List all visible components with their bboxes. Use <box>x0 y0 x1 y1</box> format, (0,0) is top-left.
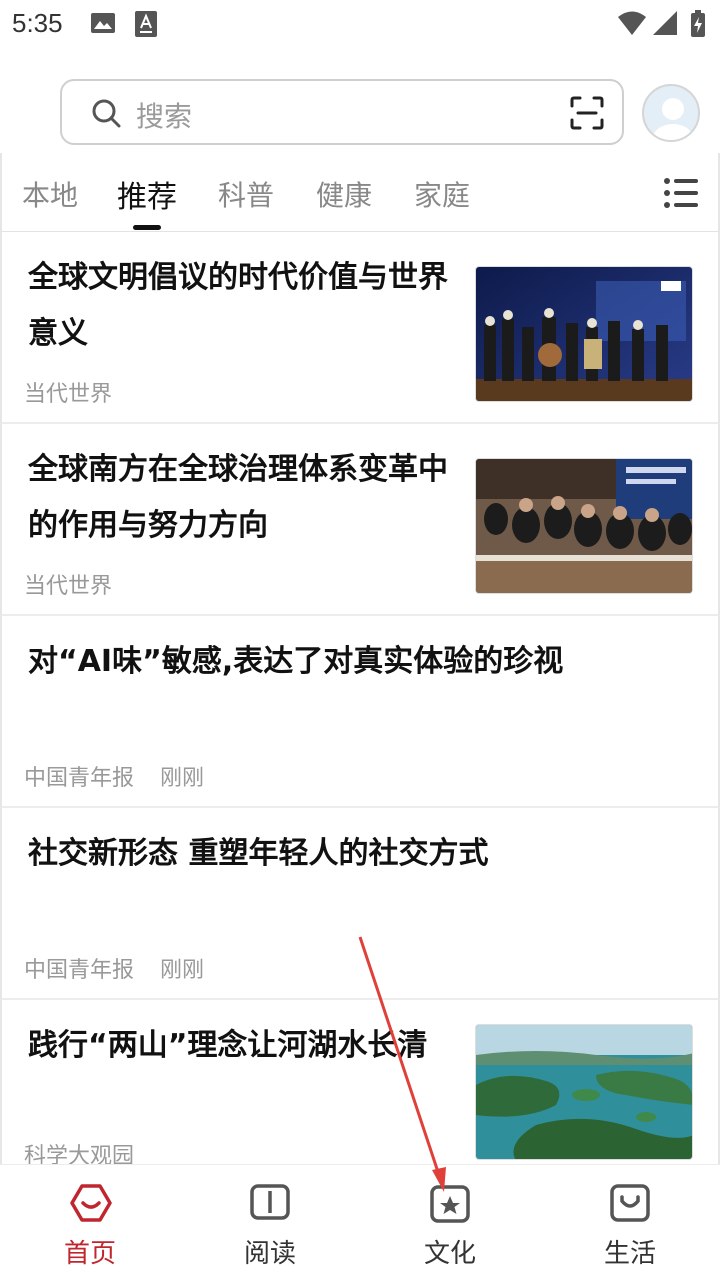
news-item[interactable]: 全球文明倡议的时代价值与世界意义 当代世界 <box>0 232 720 424</box>
nav-culture[interactable]: 文化 <box>360 1165 540 1280</box>
news-title: 践行“两山”理念让河湖水长清 <box>28 1028 428 1063</box>
scan-icon[interactable] <box>570 96 604 134</box>
active-tab-indicator <box>133 225 161 230</box>
home-hexagon-icon <box>70 1183 112 1227</box>
news-item[interactable]: 社交新形态 重塑年轻人的社交方式 中国青年报 刚刚 <box>0 808 720 1000</box>
tab-local[interactable]: 本地 <box>22 174 78 214</box>
news-source: 中国青年报 <box>24 766 135 791</box>
nav-home[interactable]: 首页 <box>0 1165 180 1280</box>
tab-recommended[interactable]: 推荐 <box>117 172 177 216</box>
status-time: 5:35 <box>12 8 63 38</box>
news-thumbnail <box>475 1024 693 1160</box>
search-bar[interactable]: 搜索 <box>60 79 624 145</box>
nav-home-label: 首页 <box>63 1239 116 1269</box>
nav-reading-label: 阅读 <box>243 1239 296 1269</box>
battery-icon <box>690 10 706 42</box>
wifi-icon <box>617 10 647 40</box>
search-placeholder: 搜索 <box>136 100 193 133</box>
smile-box-icon <box>610 1183 650 1227</box>
tab-health[interactable]: 健康 <box>316 174 372 214</box>
news-time: 刚刚 <box>160 958 205 983</box>
status-bar: 5:35 <box>0 0 720 50</box>
news-thumbnail <box>475 266 693 402</box>
tab-science[interactable]: 科普 <box>218 174 274 214</box>
news-source: 当代世界 <box>24 574 113 599</box>
book-icon <box>250 1183 290 1225</box>
news-item[interactable]: 对“AI味”敏感,表达了对真实体验的珍视 中国青年报 刚刚 <box>0 616 720 808</box>
tab-family[interactable]: 家庭 <box>414 174 470 214</box>
nav-culture-label: 文化 <box>423 1239 476 1269</box>
avatar[interactable] <box>642 84 700 142</box>
nav-reading[interactable]: 阅读 <box>180 1165 360 1280</box>
text-notification-icon <box>134 10 158 42</box>
bottom-navigation: 首页 阅读 文化 生活 <box>0 1164 720 1280</box>
signal-icon <box>652 10 678 40</box>
star-box-icon <box>430 1183 470 1227</box>
search-icon <box>90 97 122 133</box>
news-source: 中国青年报 <box>24 958 135 983</box>
news-title: 全球南方在全球治理体系变革中的作用与努力方向 <box>28 452 448 543</box>
news-item[interactable]: 践行“两山”理念让河湖水长清 科学大观园 <box>0 1000 720 1169</box>
news-item[interactable]: 全球南方在全球治理体系变革中的作用与努力方向 当代世界 <box>0 424 720 616</box>
nav-life-label: 生活 <box>603 1239 656 1269</box>
nav-life[interactable]: 生活 <box>540 1165 720 1280</box>
channel-menu-icon[interactable] <box>664 178 698 212</box>
news-time: 刚刚 <box>160 766 205 791</box>
image-notification-icon <box>90 10 116 40</box>
news-thumbnail <box>475 458 693 594</box>
news-source: 当代世界 <box>24 382 113 407</box>
news-title: 社交新形态 重塑年轻人的社交方式 <box>28 836 489 871</box>
news-title: 全球文明倡议的时代价值与世界意义 <box>28 260 448 351</box>
news-title: 对“AI味”敏感,表达了对真实体验的珍视 <box>28 644 564 679</box>
